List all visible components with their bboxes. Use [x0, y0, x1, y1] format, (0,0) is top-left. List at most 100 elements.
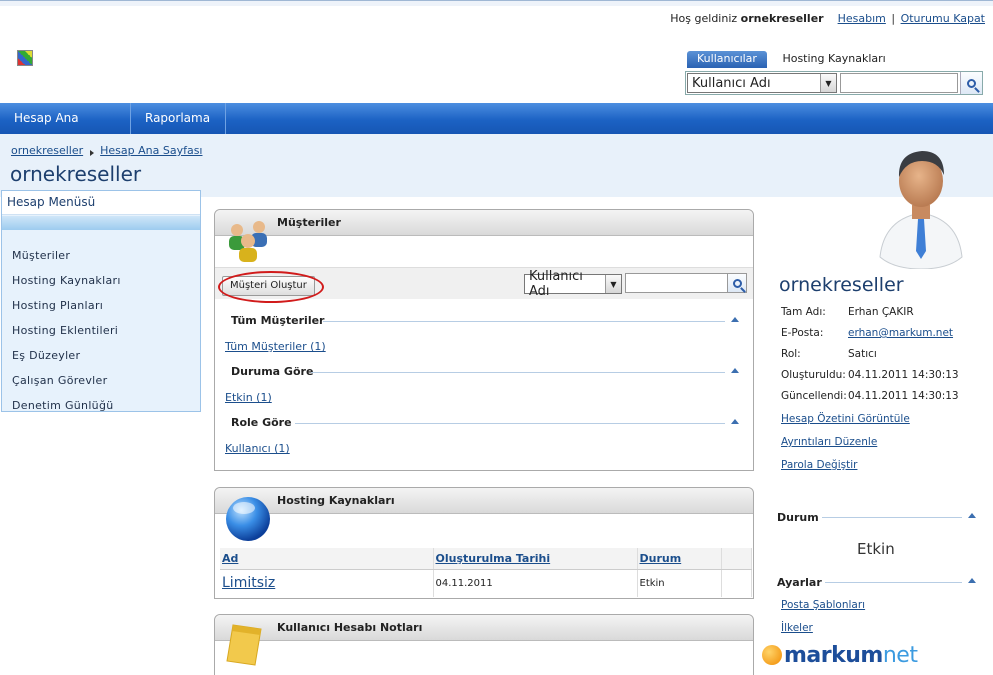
- account-notes-panel: Kullanıcı Hesabı Notları: [214, 614, 754, 675]
- group-title-all: Tüm Müşteriler: [231, 314, 325, 327]
- account-menu: Hesap Menüsü Müşteriler Hosting Kaynakla…: [1, 190, 201, 412]
- collapse-icon[interactable]: [968, 513, 976, 518]
- group-link[interactable]: Kullanıcı (1): [225, 442, 290, 455]
- table-row: Limitsiz 04.11.2011 Etkin: [220, 569, 752, 597]
- breadcrumb: ornekreseller Hesap Ana Sayfası: [11, 144, 202, 157]
- group-divider: [295, 423, 725, 424]
- field-value: 04.11.2011 14:30:13: [848, 390, 959, 402]
- menu-title: Hesap Menüsü: [2, 191, 200, 215]
- resource-link[interactable]: Limitsiz: [222, 575, 275, 591]
- search-field-select[interactable]: Kullanıcı Adı ▼: [687, 73, 837, 93]
- brand-logo: markumnet: [762, 643, 918, 668]
- customers-panel: Müşteriler Müşteri Oluştur Kullanıcı Adı…: [214, 209, 754, 471]
- profile-field: E-Posta: erhan@markum.net: [781, 327, 953, 339]
- menu-item-hosting-plans[interactable]: Hosting Planları: [2, 293, 200, 318]
- field-value: Satıcı: [848, 348, 877, 360]
- welcome-text: Hoş geldiniz: [670, 12, 738, 25]
- user-avatar-icon: [879, 151, 963, 269]
- panel-header: Hosting Kaynakları: [215, 488, 753, 514]
- field-label: Güncellendi:: [781, 390, 847, 402]
- collapse-icon[interactable]: [731, 317, 739, 322]
- field-value: 04.11.2011 14:30:13: [848, 369, 959, 381]
- panel-header: Müşteriler: [215, 210, 753, 236]
- view-summary-link[interactable]: Hesap Özetini Görüntüle: [781, 413, 910, 425]
- breadcrumb-item[interactable]: Hesap Ana Sayfası: [100, 144, 202, 157]
- section-divider: [825, 582, 962, 583]
- table-cell: Limitsiz: [220, 569, 434, 597]
- highlight-ring: [218, 271, 324, 303]
- menu-item-hosting-resources[interactable]: Hosting Kaynakları: [2, 268, 200, 293]
- section-divider: [822, 517, 962, 518]
- profile-name: ornekreseller: [779, 274, 904, 296]
- column-header-label: Durum: [639, 551, 682, 565]
- nav-item-home[interactable]: Hesap Ana Sayfası: [0, 103, 131, 156]
- search-field-value: Kullanıcı Adı: [692, 75, 771, 91]
- search-icon: [967, 78, 976, 88]
- status-section-title: Durum: [777, 511, 819, 524]
- table-cell: 04.11.2011: [433, 569, 638, 597]
- users-group-icon: [229, 221, 267, 262]
- nav-item-label: Raporlama: [145, 111, 211, 125]
- breadcrumb-item[interactable]: ornekreseller: [11, 144, 83, 157]
- field-label: Rol:: [781, 348, 801, 360]
- table-cell: [721, 569, 752, 597]
- menu-item-hosting-addons[interactable]: Hosting Eklentileri: [2, 318, 200, 343]
- group-link[interactable]: Tüm Müşteriler (1): [225, 340, 326, 353]
- main-nav: Hesap Ana Sayfası Raporlama: [0, 103, 993, 156]
- globe-icon: [762, 645, 782, 665]
- mail-templates-link[interactable]: Posta Şablonları: [781, 599, 865, 611]
- search-button[interactable]: [960, 72, 982, 94]
- group-link[interactable]: Etkin (1): [225, 391, 272, 404]
- page-title: ornekreseller: [10, 162, 142, 186]
- brand-part2: net: [882, 643, 918, 668]
- welcome-username: ornekreseller: [740, 12, 824, 25]
- menu-item-running-tasks[interactable]: Çalışan Görevler: [2, 368, 200, 393]
- separator: |: [891, 12, 896, 25]
- create-customer-button[interactable]: Müşteri Oluştur: [218, 271, 324, 303]
- chevron-down-icon[interactable]: ▼: [820, 74, 836, 92]
- search-tabs: Kullanıcılar Hosting Kaynakları: [687, 51, 898, 68]
- search-input[interactable]: [840, 73, 958, 93]
- account-link[interactable]: Hesabım: [838, 12, 886, 25]
- group-title-status: Duruma Göre: [231, 365, 314, 378]
- menu-item-customers[interactable]: Müşteriler: [2, 243, 200, 268]
- tab-hosting-resources[interactable]: Hosting Kaynakları: [772, 51, 895, 68]
- field-value: Erhan ÇAKIR: [848, 306, 914, 318]
- collapse-icon[interactable]: [731, 368, 739, 373]
- filter-field-select[interactable]: Kullanıcı Adı ▼: [524, 269, 622, 299]
- logout-link[interactable]: Oturumu Kapat: [901, 12, 985, 25]
- chevron-down-icon[interactable]: ▼: [605, 275, 621, 293]
- breadcrumb-arrow-icon: [90, 150, 95, 156]
- column-header[interactable]: Durum: [637, 548, 722, 570]
- group-divider: [323, 321, 725, 322]
- hosting-resources-table: Ad Oluşturulma Tarihi Durum Limitsiz 04.…: [220, 548, 752, 597]
- filter-field-value: Kullanıcı Adı: [529, 269, 583, 299]
- menu-item-peers[interactable]: Eş Düzeyler: [2, 343, 200, 368]
- tab-users[interactable]: Kullanıcılar: [687, 51, 767, 68]
- menu-divider: [2, 216, 200, 230]
- edit-details-link[interactable]: Ayrıntıları Düzenle: [781, 436, 877, 448]
- filter-input[interactable]: [625, 273, 729, 293]
- search-bar: Kullanıcı Adı ▼: [685, 71, 983, 95]
- column-header-label: Oluşturulma Tarihi: [435, 551, 551, 565]
- column-header[interactable]: Ad: [220, 548, 434, 570]
- field-label: Tam Adı:: [781, 306, 826, 318]
- filter-search-button[interactable]: [727, 273, 747, 293]
- change-password-link[interactable]: Parola Değiştir: [781, 459, 857, 471]
- collapse-icon[interactable]: [731, 419, 739, 424]
- email-link[interactable]: erhan@markum.net: [848, 327, 953, 339]
- collapse-icon[interactable]: [968, 578, 976, 583]
- group-divider: [311, 372, 725, 373]
- column-header-label: Ad: [222, 551, 239, 565]
- table-cell: Etkin: [637, 569, 722, 597]
- field-label: E-Posta:: [781, 327, 824, 339]
- policies-link[interactable]: İlkeler: [781, 622, 813, 634]
- panel-title: Hosting Kaynakları: [277, 494, 395, 507]
- menu-item-audit-log[interactable]: Denetim Günlüğü: [2, 393, 200, 418]
- top-border: [0, 0, 993, 6]
- panel-header: Kullanıcı Hesabı Notları: [215, 615, 753, 641]
- nav-item-reports[interactable]: Raporlama: [131, 103, 226, 152]
- globe-icon: [226, 497, 270, 541]
- sticky-note-icon: [226, 624, 262, 666]
- column-header[interactable]: Oluşturulma Tarihi: [433, 548, 638, 570]
